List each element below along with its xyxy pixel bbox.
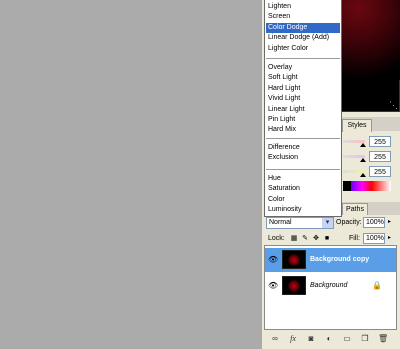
link-icon[interactable]: ∞ <box>270 334 280 344</box>
menu-item-overlay[interactable]: Overlay <box>268 63 292 73</box>
menu-item-color[interactable]: Color <box>268 195 285 205</box>
lock-icon: 🔒 <box>372 281 382 290</box>
menu-separator <box>266 138 340 139</box>
opacity-field[interactable]: 100% <box>363 217 385 228</box>
menu-separator <box>266 58 340 59</box>
slider-knob[interactable] <box>360 143 366 147</box>
menu-item-exclusion[interactable]: Exclusion <box>268 153 298 163</box>
layer-thumbnail <box>282 250 306 269</box>
tab-styles[interactable]: Styles <box>342 119 372 132</box>
fill-field[interactable]: 100% <box>363 233 385 244</box>
menu-item-hard-mix[interactable]: Hard Mix <box>268 125 296 135</box>
menu-item-color-dodge[interactable]: Color Dodge <box>266 22 340 33</box>
preview-glow <box>340 0 400 80</box>
eye-icon[interactable]: 👁 <box>268 255 278 265</box>
menu-item-luminosity[interactable]: Luminosity <box>268 205 301 215</box>
menu-item-linear-dodge-add[interactable]: Linear Dodge (Add) <box>268 33 329 43</box>
fill-label: Fill: <box>349 235 360 242</box>
menu-item-hue[interactable]: Hue <box>268 174 281 184</box>
slider-knob[interactable] <box>360 173 366 177</box>
menu-item-pin-light[interactable]: Pin Light <box>268 115 295 125</box>
red-value-field[interactable]: 255 <box>369 136 391 147</box>
mask-icon[interactable]: ◙ <box>306 334 316 344</box>
opacity-label: Opacity: <box>336 219 362 226</box>
menu-item-lighter-color[interactable]: Lighter Color <box>268 44 308 54</box>
menu-separator <box>266 169 340 170</box>
adjustment-icon[interactable]: ◐ <box>324 334 334 344</box>
resize-grip-icon[interactable]: ⋱ <box>388 100 398 110</box>
layer-name[interactable]: Background <box>310 281 347 291</box>
chevron-down-icon[interactable]: ▾ <box>322 218 333 228</box>
layer-row[interactable]: 👁 Background 🔒 <box>265 274 396 298</box>
brush-icon[interactable]: ✎ <box>301 235 309 243</box>
move-icon[interactable]: ✥ <box>312 235 320 243</box>
menu-item-saturation[interactable]: Saturation <box>268 184 300 194</box>
fill-arrow-icon[interactable]: ▸ <box>388 233 391 243</box>
green-value-field[interactable]: 255 <box>369 151 391 162</box>
trash-icon[interactable]: 🗑 <box>378 334 388 344</box>
menu-item-linear-light[interactable]: Linear Light <box>268 105 305 115</box>
menu-item-soft-light[interactable]: Soft Light <box>268 73 298 83</box>
blue-value-field[interactable]: 255 <box>369 166 391 177</box>
opacity-arrow-icon[interactable]: ▸ <box>388 217 391 227</box>
eye-icon[interactable]: 👁 <box>268 281 278 291</box>
new-layer-icon[interactable]: ❐ <box>360 334 370 344</box>
layer-name[interactable]: Background copy <box>310 255 369 265</box>
color-ramp-black[interactable] <box>343 181 351 191</box>
slider-knob[interactable] <box>360 158 366 162</box>
fx-icon[interactable]: fx <box>288 334 298 344</box>
layers-list: 👁 Background copy 👁 Background 🔒 <box>264 245 397 330</box>
blend-mode-menu: Lighten Screen Color Dodge Linear Dodge (Ad… <box>264 0 342 217</box>
menu-item-difference[interactable]: Difference <box>268 143 300 153</box>
menu-item-hard-light[interactable]: Hard Light <box>268 84 300 94</box>
navigator-preview: ⋱ <box>340 0 400 112</box>
menu-item-vivid-light[interactable]: Vivid Light <box>268 94 300 104</box>
menu-item-lighten[interactable]: Lighten <box>268 2 291 12</box>
lock-label: Lock: <box>268 235 285 242</box>
layer-thumbnail <box>282 276 306 295</box>
menu-item-screen[interactable]: Screen <box>268 12 290 22</box>
layer-row[interactable]: 👁 Background copy <box>265 248 396 272</box>
lock-transparent-icon[interactable]: ▦ <box>290 235 298 243</box>
folder-icon[interactable]: ▭ <box>342 334 352 344</box>
tab-paths[interactable]: Paths <box>342 203 368 215</box>
layers-footer: ∞ fx ◙ ◐ ▭ ❐ 🗑 <box>264 331 397 347</box>
lock-all-icon[interactable]: ■ <box>323 235 331 243</box>
